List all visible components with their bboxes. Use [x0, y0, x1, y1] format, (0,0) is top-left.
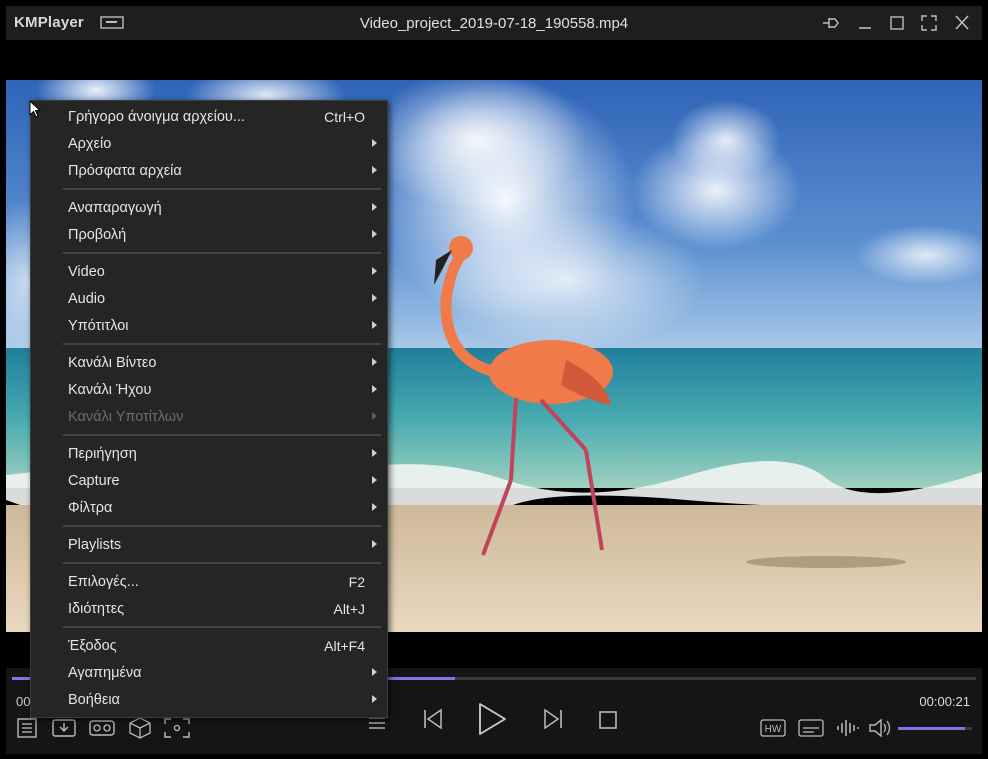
menu-item-label: Επιλογές...	[68, 574, 139, 590]
volume-icon[interactable]	[868, 718, 892, 738]
menu-item-file[interactable]: Αρχείο	[31, 130, 387, 157]
download-icon[interactable]	[52, 718, 76, 738]
stop-icon[interactable]	[598, 710, 618, 730]
submenu-arrow-icon	[372, 321, 377, 329]
menu-item-recent-files[interactable]: Πρόσφατα αρχεία	[31, 157, 387, 184]
submenu-arrow-icon	[372, 385, 377, 393]
submenu-arrow-icon	[372, 540, 377, 548]
title-bar: KMPlayer Video_project_2019-07-18_190558…	[6, 6, 982, 40]
menu-item-playback[interactable]: Αναπαραγωγή	[31, 194, 387, 221]
menu-item-shortcut: Alt+J	[333, 601, 365, 617]
menu-item-label: Capture	[68, 473, 120, 489]
previous-icon[interactable]	[422, 708, 444, 730]
menu-item-capture[interactable]: Capture	[31, 467, 387, 494]
submenu-arrow-icon	[372, 695, 377, 703]
menu-item-quick-open[interactable]: Γρήγορο άνοιγμα αρχείου... Ctrl+O	[31, 103, 387, 130]
menu-separator	[63, 188, 381, 190]
maximize-icon[interactable]	[886, 13, 908, 33]
menu-item-label: Audio	[68, 291, 106, 307]
mouse-cursor-icon	[29, 100, 41, 118]
menu-item-filters[interactable]: Φίλτρα	[31, 494, 387, 521]
menu-separator	[63, 343, 381, 345]
close-icon[interactable]	[951, 13, 973, 33]
submenu-arrow-icon	[372, 166, 377, 174]
next-icon[interactable]	[542, 708, 564, 730]
submenu-arrow-icon	[372, 412, 377, 420]
menu-item-view[interactable]: Προβολή	[31, 221, 387, 248]
pin-icon[interactable]	[820, 13, 842, 33]
menu-item-label: Πρόσφατα αρχεία	[68, 163, 182, 179]
submenu-arrow-icon	[372, 139, 377, 147]
menu-item-audio[interactable]: Audio	[31, 285, 387, 312]
menu-item-options[interactable]: Επιλογές... F2	[31, 568, 387, 595]
menu-item-favorites[interactable]: Αγαπημένα	[31, 659, 387, 686]
menu-item-label: Playlists	[68, 537, 122, 553]
menu-separator	[63, 562, 381, 564]
submenu-arrow-icon	[372, 449, 377, 457]
play-icon[interactable]	[476, 702, 508, 736]
menu-item-label: Κανάλι Βίντεο	[68, 355, 157, 371]
menu-item-label: Περιήγηση	[68, 446, 137, 462]
3d-icon[interactable]	[128, 717, 152, 739]
submenu-arrow-icon	[372, 503, 377, 511]
menu-item-playlists[interactable]: Playlists	[31, 531, 387, 558]
submenu-arrow-icon	[372, 668, 377, 676]
volume-slider[interactable]	[898, 727, 972, 730]
menu-item-properties[interactable]: Ιδιότητες Alt+J	[31, 595, 387, 622]
menu-item-label: Αγαπημένα	[68, 665, 142, 681]
menu-item-exit[interactable]: Έξοδος Alt+F4	[31, 632, 387, 659]
menu-item-label: Γρήγορο άνοιγμα αρχείου...	[68, 109, 245, 125]
submenu-arrow-icon	[372, 358, 377, 366]
menu-item-shortcut: Ctrl+O	[324, 109, 365, 125]
menu-item-label: Ιδιότητες	[68, 601, 125, 617]
menu-item-subtitles[interactable]: Υπότιτλοι	[31, 312, 387, 339]
equalizer-icon[interactable]	[836, 719, 860, 737]
menu-item-label: Προβολή	[68, 227, 127, 243]
total-time: 00:00:21	[919, 694, 970, 709]
menu-separator	[63, 626, 381, 628]
menu-item-shortcut: F2	[348, 574, 365, 590]
menu-item-label: Video	[68, 264, 105, 280]
menu-item-label: Αναπαραγωγή	[68, 200, 162, 216]
submenu-arrow-icon	[372, 267, 377, 275]
menu-item-label: Αρχείο	[68, 136, 112, 152]
volume-level	[898, 727, 965, 730]
menu-item-label: Φίλτρα	[68, 500, 113, 516]
submenu-arrow-icon	[372, 230, 377, 238]
menu-item-help[interactable]: Βοήθεια	[31, 686, 387, 713]
hw-icon[interactable]: HW	[760, 719, 786, 737]
menu-item-video[interactable]: Video	[31, 258, 387, 285]
menu-item-label: Βοήθεια	[68, 692, 120, 708]
menu-separator	[63, 252, 381, 254]
menu-item-label: Κανάλι Υποτίτλων	[68, 409, 184, 425]
menu-item-video-channel[interactable]: Κανάλι Βίντεο	[31, 349, 387, 376]
vr-icon[interactable]	[89, 718, 115, 738]
menu-separator	[63, 434, 381, 436]
context-menu: Γρήγορο άνοιγμα αρχείου... Ctrl+O Αρχείο Πρ…	[30, 100, 388, 718]
current-time: 00	[16, 694, 31, 709]
submenu-arrow-icon	[372, 294, 377, 302]
subtitle-icon[interactable]	[798, 719, 824, 737]
menu-item-subtitle-channel: Κανάλι Υποτίτλων	[31, 403, 387, 430]
playlist-icon[interactable]	[16, 718, 38, 738]
minimize-icon[interactable]	[854, 13, 876, 33]
submenu-arrow-icon	[372, 203, 377, 211]
menu-item-label: Υπότιτλοι	[68, 318, 129, 334]
menu-item-label: Έξοδος	[68, 638, 117, 654]
menu-item-shortcut: Alt+F4	[324, 638, 365, 654]
fullscreen-icon[interactable]	[918, 13, 940, 33]
menu-item-navigation[interactable]: Περιήγηση	[31, 440, 387, 467]
capture-icon[interactable]	[164, 718, 190, 738]
menu-item-label: Κανάλι Ήχου	[68, 382, 152, 398]
menu-item-audio-channel[interactable]: Κανάλι Ήχου	[31, 376, 387, 403]
submenu-arrow-icon	[372, 476, 377, 484]
svg-text:HW: HW	[765, 724, 782, 735]
menu-separator	[63, 525, 381, 527]
